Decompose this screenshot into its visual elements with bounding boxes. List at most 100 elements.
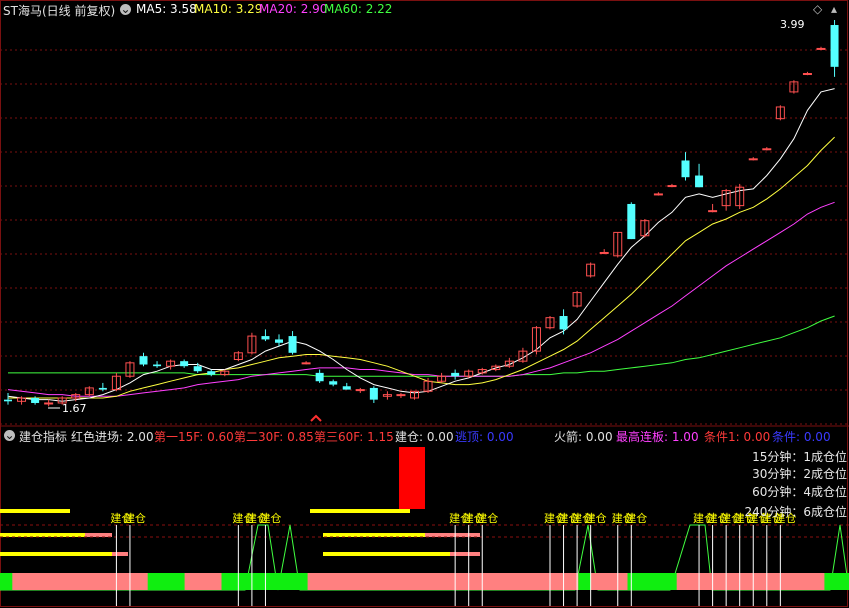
status-cell xyxy=(639,573,653,590)
status-cell xyxy=(332,573,346,590)
status-cell xyxy=(246,573,259,590)
status-cell xyxy=(455,573,469,590)
status-cell xyxy=(0,573,13,590)
status-cell xyxy=(664,573,678,590)
red-entry-value: 红色进场: 2.00 xyxy=(71,430,154,444)
status-cell xyxy=(836,573,849,590)
candle-body xyxy=(830,25,839,67)
candle-body xyxy=(355,389,365,392)
candle-body xyxy=(627,203,636,240)
signal-text: 建仓 xyxy=(259,511,281,525)
indicator-name[interactable]: 建仓指标 xyxy=(19,428,67,445)
signal-text: 建仓 xyxy=(625,511,647,525)
candle-body xyxy=(4,399,12,402)
status-cell xyxy=(676,573,690,590)
candle-body xyxy=(98,387,107,390)
indicator-toggle-icon[interactable]: ⌄ xyxy=(4,429,15,441)
status-cell xyxy=(418,573,432,590)
candle-body xyxy=(451,372,460,377)
status-cell xyxy=(393,573,407,590)
status-cell xyxy=(381,573,395,590)
pos-15: 15分钟：1成仓位 xyxy=(752,450,847,464)
status-cell xyxy=(627,573,641,590)
status-cell xyxy=(160,573,173,590)
chart-svg: 3.99 1.67 建仓建仓 建仓建仓建仓 建仓建仓建仓 建仓建仓建仓建仓 建仓建仓 建仓… xyxy=(0,18,849,606)
status-cell xyxy=(553,573,567,590)
status-cell xyxy=(24,573,38,590)
status-cell xyxy=(295,573,309,590)
status-cell xyxy=(689,573,702,590)
signal-text: 建仓 xyxy=(124,511,146,525)
status-cell xyxy=(307,573,321,590)
status-cell xyxy=(147,573,161,590)
status-cell xyxy=(319,573,333,590)
status-cell xyxy=(406,573,419,590)
signal-bar xyxy=(425,533,480,537)
candle-body xyxy=(653,193,663,196)
status-cell xyxy=(221,573,235,590)
second-30f-value: 第二30F: 0.85 xyxy=(234,430,314,444)
signal-bar xyxy=(112,552,128,556)
candle-body xyxy=(342,386,351,390)
status-cell xyxy=(602,573,616,590)
candle-body xyxy=(329,381,338,385)
status-cell xyxy=(775,573,789,590)
status-cell xyxy=(369,573,382,590)
status-cell xyxy=(356,573,370,590)
candle-body xyxy=(275,339,283,343)
candle-body xyxy=(816,47,826,50)
candle-body xyxy=(667,185,677,188)
status-cell xyxy=(824,573,838,590)
candle-body xyxy=(288,336,297,353)
status-cell xyxy=(258,573,272,590)
status-cell xyxy=(172,573,186,590)
signal-bar xyxy=(0,509,70,513)
candle-body xyxy=(153,364,162,367)
signal-bar xyxy=(323,552,450,556)
status-cell xyxy=(73,573,87,590)
candles xyxy=(4,20,839,407)
candle-body xyxy=(180,361,189,367)
first-15f-value: 第一15F: 0.60 xyxy=(154,430,234,444)
status-cell xyxy=(184,573,198,590)
status-strip xyxy=(0,573,849,590)
third-60f-value: 第三60F: 1.15 xyxy=(314,430,394,444)
candle-body xyxy=(762,148,772,151)
cond1-value: 条件1: 0.00 xyxy=(704,430,771,444)
status-cell xyxy=(578,573,592,590)
status-cell xyxy=(86,573,99,590)
pos-240: 240分钟：6成仓位 xyxy=(744,505,847,519)
status-cell xyxy=(750,573,764,590)
candle-body xyxy=(559,316,568,330)
pos-60: 60分钟：4成仓位 xyxy=(752,485,847,499)
candle-body xyxy=(261,336,270,340)
status-cell xyxy=(615,573,629,590)
candle-body xyxy=(708,210,718,213)
status-cell xyxy=(344,573,358,590)
cond2-value: 条件: 0.00 xyxy=(772,430,831,444)
status-cell xyxy=(590,573,604,590)
status-cell xyxy=(541,573,555,590)
signal-bar xyxy=(310,509,410,513)
low-label: 1.67 xyxy=(62,402,87,415)
status-cell xyxy=(799,573,813,590)
status-cell xyxy=(12,573,26,590)
candle-body xyxy=(695,175,704,188)
status-cell xyxy=(209,573,223,590)
candle-body xyxy=(207,371,216,375)
status-cell xyxy=(443,573,456,590)
signal-text: 建仓 xyxy=(476,511,498,525)
candle-body xyxy=(44,402,54,405)
status-cell xyxy=(812,573,825,590)
status-cell xyxy=(283,573,296,590)
ma10-line xyxy=(8,136,835,399)
status-cell xyxy=(652,573,665,590)
signal-bar xyxy=(323,533,425,537)
status-cell xyxy=(713,573,727,590)
pos-30: 30分钟：2成仓位 xyxy=(752,467,847,481)
status-cell xyxy=(762,573,776,590)
candle-body xyxy=(681,160,690,178)
candle-body xyxy=(369,387,378,400)
price-grid xyxy=(0,49,849,425)
candle-body xyxy=(31,397,40,403)
